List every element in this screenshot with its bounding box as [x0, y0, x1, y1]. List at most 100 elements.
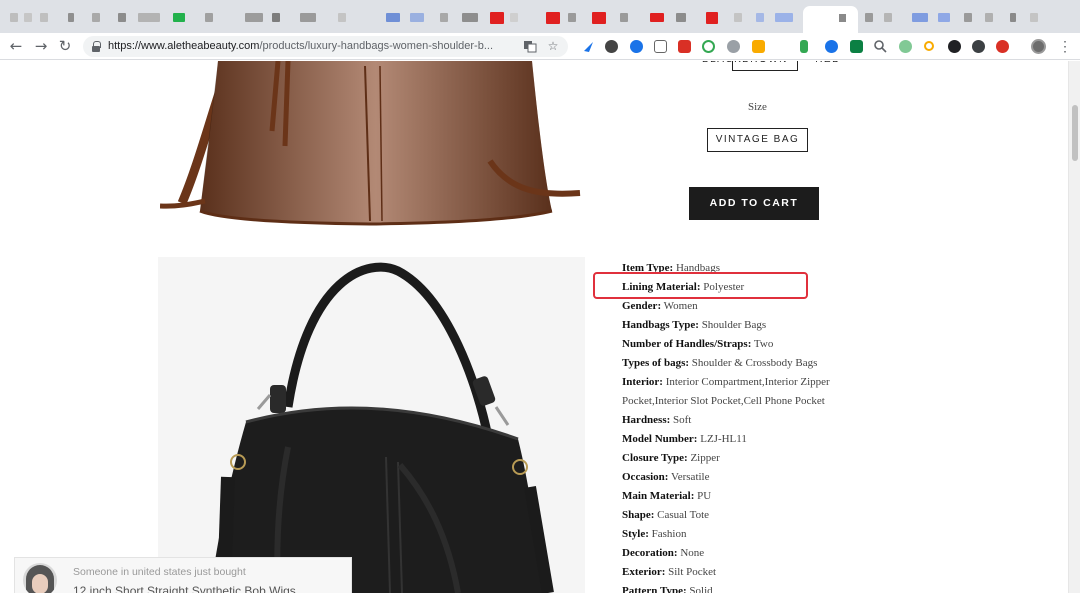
back-arrow-icon[interactable]: ← [7, 37, 25, 55]
tab[interactable] [462, 13, 478, 22]
tab[interactable] [68, 13, 74, 22]
url-host: https://www.aletheabeauty.com [108, 40, 260, 52]
tab[interactable] [884, 13, 892, 22]
tab[interactable] [985, 13, 993, 22]
tab[interactable] [546, 12, 560, 24]
forward-arrow-icon[interactable]: → [32, 37, 50, 55]
spec-key: Pattern Type: [622, 585, 687, 593]
popup-product-name[interactable]: 12 inch Short Straight Synthetic Bob Wig… [73, 584, 296, 593]
spec-decoration: Decoration: None [622, 545, 922, 564]
extension-icon[interactable] [996, 40, 1009, 53]
spec-value: LZJ-HL11 [697, 433, 747, 445]
tab[interactable] [1030, 13, 1038, 22]
extension-icon[interactable] [678, 40, 691, 53]
tab[interactable] [964, 13, 972, 22]
extension-icon[interactable] [630, 40, 643, 53]
tab[interactable] [510, 13, 518, 22]
add-to-cart-button[interactable]: ADD TO CART [689, 187, 819, 220]
extension-icon[interactable] [923, 40, 936, 53]
spec-closure-type: Closure Type: Zipper [622, 450, 922, 469]
tab[interactable] [24, 13, 32, 22]
extension-icon[interactable] [850, 40, 863, 53]
recent-purchase-popup[interactable]: Someone in united states just bought 12 … [14, 557, 352, 593]
tab[interactable] [568, 13, 576, 22]
spec-handles: Number of Handles/Straps: Two [622, 336, 922, 355]
tab[interactable] [620, 13, 628, 22]
tab[interactable] [245, 13, 263, 22]
search-icon[interactable] [874, 40, 887, 53]
tab[interactable] [205, 13, 213, 22]
extension-icon[interactable] [654, 40, 667, 53]
extension-icon[interactable] [605, 40, 618, 53]
tab[interactable] [865, 13, 873, 22]
tab[interactable] [300, 13, 316, 22]
scrollbar[interactable] [1068, 61, 1080, 593]
spec-key: Model Number: [622, 433, 698, 445]
extension-icon[interactable] [948, 40, 961, 53]
url-path: /products/luxury-handbags-women-shoulder… [259, 40, 493, 52]
profile-avatar[interactable] [1031, 39, 1046, 54]
tab[interactable] [92, 13, 100, 22]
address-bar[interactable]: https://www.aletheabeauty.com/products/l… [83, 36, 568, 57]
spec-key: Decoration: [622, 547, 678, 559]
tab[interactable] [912, 13, 928, 22]
product-image-brown[interactable] [159, 61, 585, 237]
bookmark-star-icon[interactable]: ☆ [546, 39, 560, 53]
menu-dots-icon[interactable]: ⋮ [1058, 38, 1072, 54]
extension-arrow-icon[interactable] [582, 40, 595, 53]
tab[interactable] [775, 13, 793, 22]
spec-key: Exterior: [622, 566, 666, 578]
tab[interactable] [650, 13, 664, 22]
tab[interactable] [756, 13, 764, 22]
extension-icon[interactable] [727, 40, 740, 53]
extension-icon[interactable] [800, 40, 808, 53]
spec-value: None [677, 547, 705, 559]
tab[interactable] [490, 12, 504, 24]
tab[interactable] [272, 13, 280, 22]
extension-icon[interactable] [825, 40, 838, 53]
tab[interactable] [118, 13, 126, 22]
spec-value: Soft [670, 414, 692, 426]
spec-key: Main Material: [622, 490, 695, 502]
product-image-black[interactable] [158, 257, 585, 593]
tab-strip [0, 0, 1080, 33]
tab-active[interactable] [803, 6, 858, 33]
reload-icon[interactable]: ↻ [56, 37, 74, 55]
size-option-vintage-bag[interactable]: VINTAGE BAG [707, 128, 808, 152]
color-option[interactable]: RED [810, 61, 846, 71]
tab[interactable] [676, 13, 686, 22]
tab[interactable] [173, 13, 185, 22]
extension-icon[interactable] [752, 40, 765, 53]
tab[interactable] [138, 13, 160, 22]
color-option-selected[interactable]: BROWN [732, 61, 798, 71]
spec-value: PU [694, 490, 712, 502]
url-text[interactable]: https://www.aletheabeauty.com/products/l… [108, 40, 493, 52]
spec-key: Types of bags: [622, 357, 690, 369]
extension-icon[interactable] [776, 40, 789, 53]
scrollbar-thumb[interactable] [1072, 105, 1078, 161]
extension-icon[interactable] [899, 40, 912, 53]
spec-value: Zipper [687, 452, 720, 464]
spec-occasion: Occasion: Versatile [622, 469, 922, 488]
spec-model-number: Model Number: LZJ-HL11 [622, 431, 922, 450]
tab[interactable] [592, 12, 606, 24]
extension-icon[interactable] [702, 40, 715, 53]
tab[interactable] [706, 12, 718, 24]
tab[interactable] [386, 13, 400, 22]
tab[interactable] [40, 13, 48, 22]
tab[interactable] [338, 13, 346, 22]
spec-main-material: Main Material: PU [622, 488, 922, 507]
tab[interactable] [440, 13, 448, 22]
translate-icon[interactable] [523, 39, 537, 53]
spec-pattern-type: Pattern Type: Solid [622, 583, 922, 593]
spec-value: Shoulder & Crossbody Bags [689, 357, 818, 369]
tab[interactable] [734, 13, 742, 22]
spec-exterior: Exterior: Silt Pocket [622, 564, 922, 583]
tab[interactable] [1010, 13, 1016, 22]
tab[interactable] [10, 13, 18, 22]
extension-icon[interactable] [972, 40, 985, 53]
tab[interactable] [938, 13, 950, 22]
product-thumbnail [23, 563, 57, 593]
spec-value: Solid [686, 585, 713, 593]
tab[interactable] [410, 13, 424, 22]
